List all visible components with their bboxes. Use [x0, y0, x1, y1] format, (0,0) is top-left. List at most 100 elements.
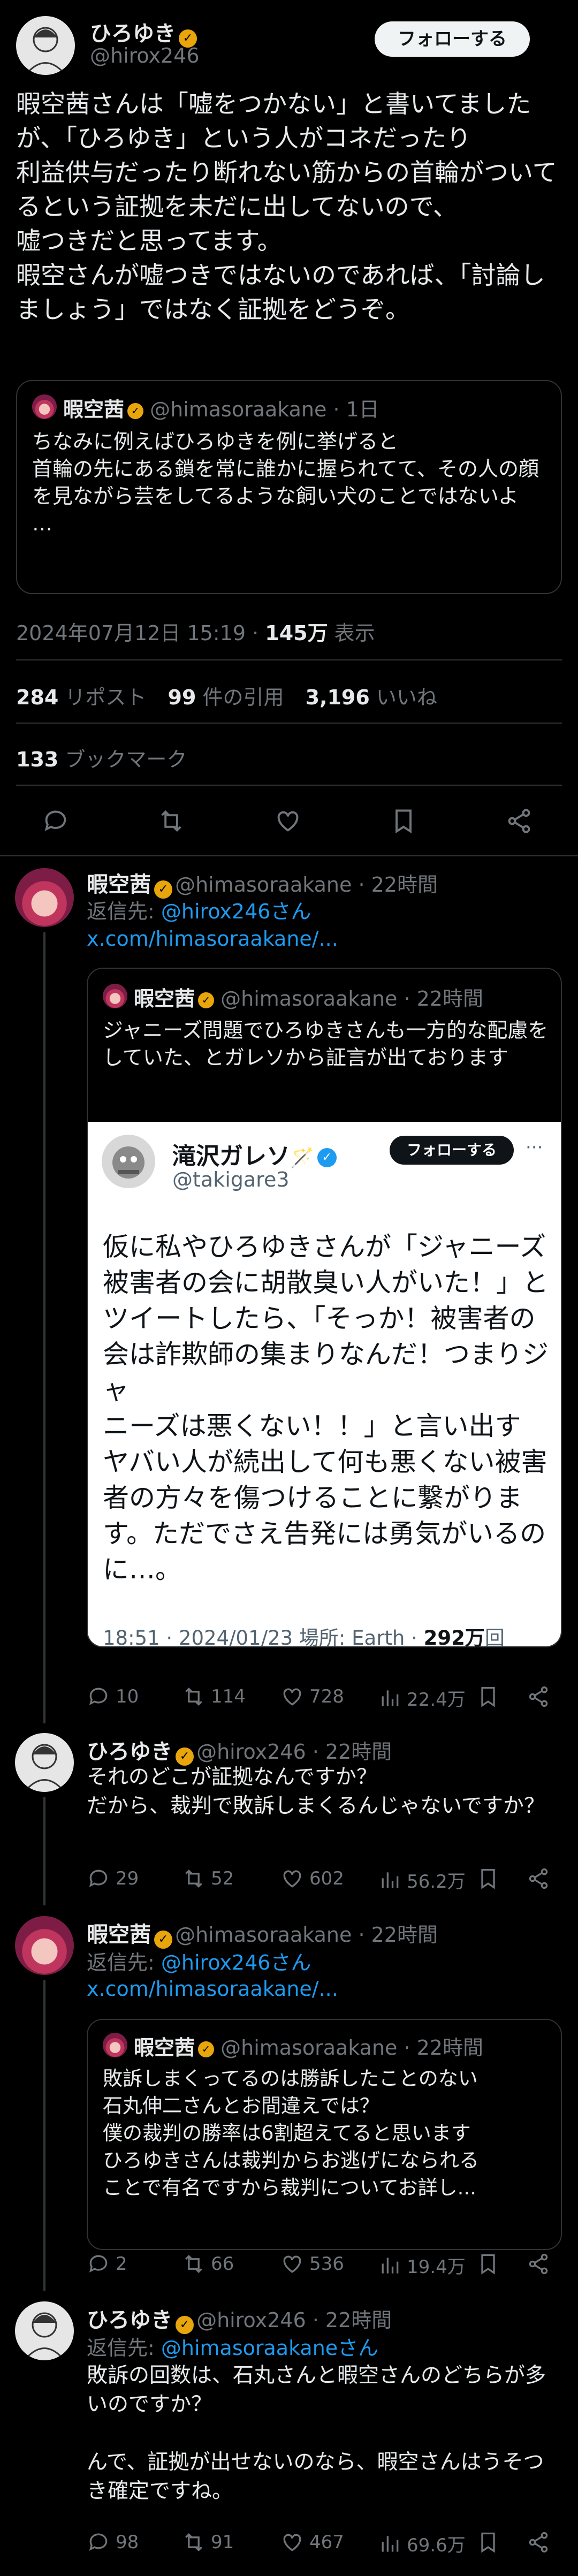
- avatar-himasora: [103, 984, 127, 1008]
- bookmarks-label: ブックマーク: [58, 748, 187, 771]
- like-icon: [283, 2534, 301, 2551]
- reply-to-mention[interactable]: @hirox246さん: [161, 1951, 311, 1974]
- divider: [16, 723, 562, 724]
- reply-button[interactable]: 29: [87, 1867, 139, 1890]
- quotes-label: 件の引用: [196, 686, 284, 709]
- retweets-link[interactable]: 284 リポスト: [16, 686, 146, 709]
- author-name[interactable]: ひろゆき: [87, 2308, 172, 2332]
- share-icon[interactable]: [527, 2252, 550, 2278]
- retweet-count: 52: [211, 1868, 234, 1889]
- like-button[interactable]: 467: [280, 2531, 344, 2554]
- views-icon: [382, 1872, 399, 1888]
- likes-count: 3,196: [305, 686, 370, 709]
- like-button[interactable]: 536: [280, 2252, 344, 2276]
- likes-link[interactable]: 3,196 いいね: [306, 686, 437, 709]
- retweet-button[interactable]: 114: [182, 1685, 246, 1708]
- views-count: 145万: [265, 621, 328, 645]
- author-handle[interactable]: @hirox246: [90, 44, 200, 67]
- handle-time[interactable]: @hirox246 · 22時間: [196, 2308, 392, 2332]
- handle-time[interactable]: @himasoraakane · 22時間: [175, 873, 438, 896]
- retweet-icon: [185, 2533, 202, 2552]
- timestamp-text[interactable]: 2024年07月12日 15:19 ·: [16, 621, 265, 645]
- bookmark-icon[interactable]: [476, 2531, 500, 2556]
- author-name[interactable]: ひろゆき: [90, 21, 176, 46]
- likes-label: いいね: [369, 686, 437, 709]
- reply-to: 返信先: @hirox246さん: [87, 1946, 311, 1975]
- follow-button[interactable]: フォローする: [375, 21, 530, 57]
- quote-handle-time: @himasoraakane · 22時間: [220, 987, 483, 1010]
- retweet-button[interactable]: 91: [182, 2531, 234, 2554]
- views-button[interactable]: 69.6万: [378, 2531, 466, 2557]
- verified-badge-icon: ✓: [198, 2041, 215, 2057]
- retweet-button[interactable]: 52: [182, 1867, 234, 1890]
- handle-time[interactable]: @hirox246 · 22時間: [196, 1740, 392, 1764]
- author-name[interactable]: ひろゆき: [87, 1739, 172, 1764]
- reply-to-mention[interactable]: @hirox246さん: [161, 900, 311, 923]
- reply-button[interactable]: 2: [87, 2252, 127, 2276]
- retweet-count: 91: [211, 2532, 234, 2553]
- reply-to-prefix: 返信先:: [87, 2336, 161, 2360]
- avatar-hiroyuki[interactable]: [15, 1733, 74, 1792]
- reply1-header: 暇空茜 ✓ @himasoraakane · 22時間: [87, 867, 438, 899]
- like-count: 467: [309, 2532, 344, 2553]
- reply-icon[interactable]: [42, 807, 70, 837]
- quote-text: ちなみに例えばひろゆきを例に挙げると 首輪の先にある鎖を常に誰かに握られてて、そ…: [32, 430, 539, 535]
- share-icon[interactable]: [527, 1867, 550, 1893]
- bookmark-icon[interactable]: [476, 1867, 500, 1893]
- embed-text: 仮に私やひろゆきさんが「ジャニーズ 被害者の会に胡散臭い人がいた！」と ツイート…: [103, 1232, 549, 1585]
- thread-line: [43, 1980, 45, 2291]
- quote-text: 敗訴しまくってるのは勝訴したことのない 石丸伸二さんとお間違えでは？ 僕の裁判の…: [103, 2067, 479, 2199]
- views-button[interactable]: 22.4万: [378, 1685, 466, 1711]
- author-name[interactable]: 暇空茜: [87, 872, 151, 897]
- embed-follow-button: フォローする: [390, 1136, 514, 1165]
- reply-to: 返信先: @himasoraakaneさん: [87, 2331, 378, 2361]
- reply-button[interactable]: 98: [87, 2531, 139, 2554]
- bookmarks-stat[interactable]: 133 ブックマーク: [16, 743, 187, 772]
- embed-views: 292万: [423, 1627, 485, 1650]
- bookmark-icon[interactable]: [390, 807, 417, 837]
- bookmark-icon[interactable]: [476, 1685, 500, 1711]
- retweet-button[interactable]: 66: [182, 2252, 234, 2276]
- tweet-timestamp[interactable]: 2024年07月12日 15:19 · 145万 表示: [16, 617, 375, 646]
- share-icon[interactable]: [505, 807, 533, 837]
- reply-to-prefix: 返信先:: [87, 900, 161, 923]
- wand-icon: 🪄: [290, 1147, 314, 1169]
- like-button[interactable]: 728: [280, 1685, 344, 1708]
- bookmark-icon[interactable]: [476, 2252, 500, 2278]
- like-button[interactable]: 602: [280, 1867, 344, 1890]
- reply-count: 98: [116, 2532, 139, 2553]
- views-icon: [382, 1690, 399, 1706]
- tweet-link[interactable]: x.com/himasoraakane/...: [87, 927, 338, 951]
- reply-button[interactable]: 10: [87, 1685, 139, 1708]
- quotes-link[interactable]: 99 件の引用: [168, 686, 284, 709]
- reply-to-mention[interactable]: @himasoraakaneさん: [161, 2336, 378, 2360]
- author-name[interactable]: 暇空茜: [87, 1922, 151, 1947]
- tweet-link[interactable]: x.com/himasoraakane/...: [87, 1977, 338, 2001]
- embed-handle: @takigare3: [172, 1168, 290, 1191]
- more-icon: ···: [526, 1137, 543, 1158]
- main-author[interactable]: ひろゆき ✓: [90, 16, 197, 48]
- embed-views-suffix: 回: [484, 1627, 505, 1650]
- quote-text: ジャニーズ問題でひろゆきさんも一方的な配慮をしていた、とガレソから証言が出ており…: [103, 1019, 549, 1069]
- reply-to: 返信先: @hirox246さん: [87, 895, 311, 924]
- handle-time[interactable]: @himasoraakane · 22時間: [175, 1923, 438, 1947]
- views-button[interactable]: 19.4万: [378, 2252, 466, 2278]
- retweet-icon: [185, 2254, 202, 2274]
- views-button[interactable]: 56.2万: [378, 1867, 466, 1893]
- like-icon[interactable]: [274, 807, 302, 837]
- avatar-himasora: [32, 394, 57, 419]
- retweets-label: リポスト: [58, 686, 147, 709]
- embed-author: 滝沢ガレソ🪄 ✓: [172, 1137, 337, 1171]
- share-icon[interactable]: [527, 2531, 550, 2556]
- avatar-hiroyuki[interactable]: [15, 2301, 74, 2360]
- avatar-himasora[interactable]: [15, 1916, 74, 1975]
- retweet-icon[interactable]: [157, 807, 185, 837]
- share-icon[interactable]: [527, 1685, 550, 1711]
- reply-text: それのどこが証拠なんですか？ だから、裁判で敗訴しまくるんじゃないですか？: [87, 1765, 545, 1818]
- divider: [0, 855, 578, 856]
- avatar-himasora[interactable]: [15, 868, 74, 927]
- reply4-header: ひろゆき ✓ @hirox246 · 22時間: [87, 2303, 392, 2334]
- views-icon: [382, 2535, 399, 2552]
- retweets-count: 284: [16, 686, 59, 709]
- avatar-hiroyuki[interactable]: [16, 16, 75, 75]
